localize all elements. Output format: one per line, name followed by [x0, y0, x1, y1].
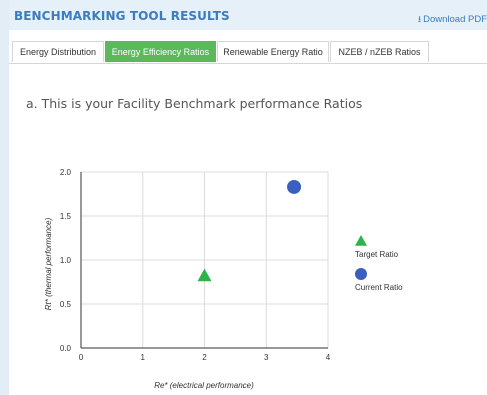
current-ratio-point [287, 179, 302, 194]
x-tick-label: 3 [264, 353, 269, 362]
x-tick-label: 1 [141, 353, 146, 362]
legend-label: Target Ratio [355, 250, 399, 259]
y-tick-label: 2.0 [60, 168, 72, 177]
y-tick-label: 0.0 [60, 344, 72, 353]
legend-current-marker [355, 268, 367, 280]
chart-marks [197, 179, 302, 282]
y-tick-label: 0.5 [60, 300, 72, 309]
x-tick-label: 2 [202, 353, 207, 362]
benchmark-scatter-chart: 0 1 2 3 4 0.0 0.5 1.0 1.5 2.0 Re* (electrical per… [44, 168, 403, 390]
chart-ticks: 0 1 2 3 4 0.0 0.5 1.0 1.5 2.0 [60, 168, 331, 362]
x-tick-label: 0 [79, 353, 84, 362]
y-axis-title: Rt* (thermal performance) [44, 217, 53, 310]
legend-label: Current Ratio [355, 283, 403, 292]
x-axis-title: Re* (electrical performance) [154, 381, 254, 390]
legend-target-marker [355, 235, 367, 246]
chart-legend: Target Ratio Current Ratio [355, 235, 403, 292]
chart-grid [80, 171, 329, 349]
y-tick-label: 1.0 [60, 256, 72, 265]
x-tick-label: 4 [326, 353, 331, 362]
target-ratio-point [197, 268, 212, 282]
y-tick-label: 1.5 [60, 212, 72, 221]
